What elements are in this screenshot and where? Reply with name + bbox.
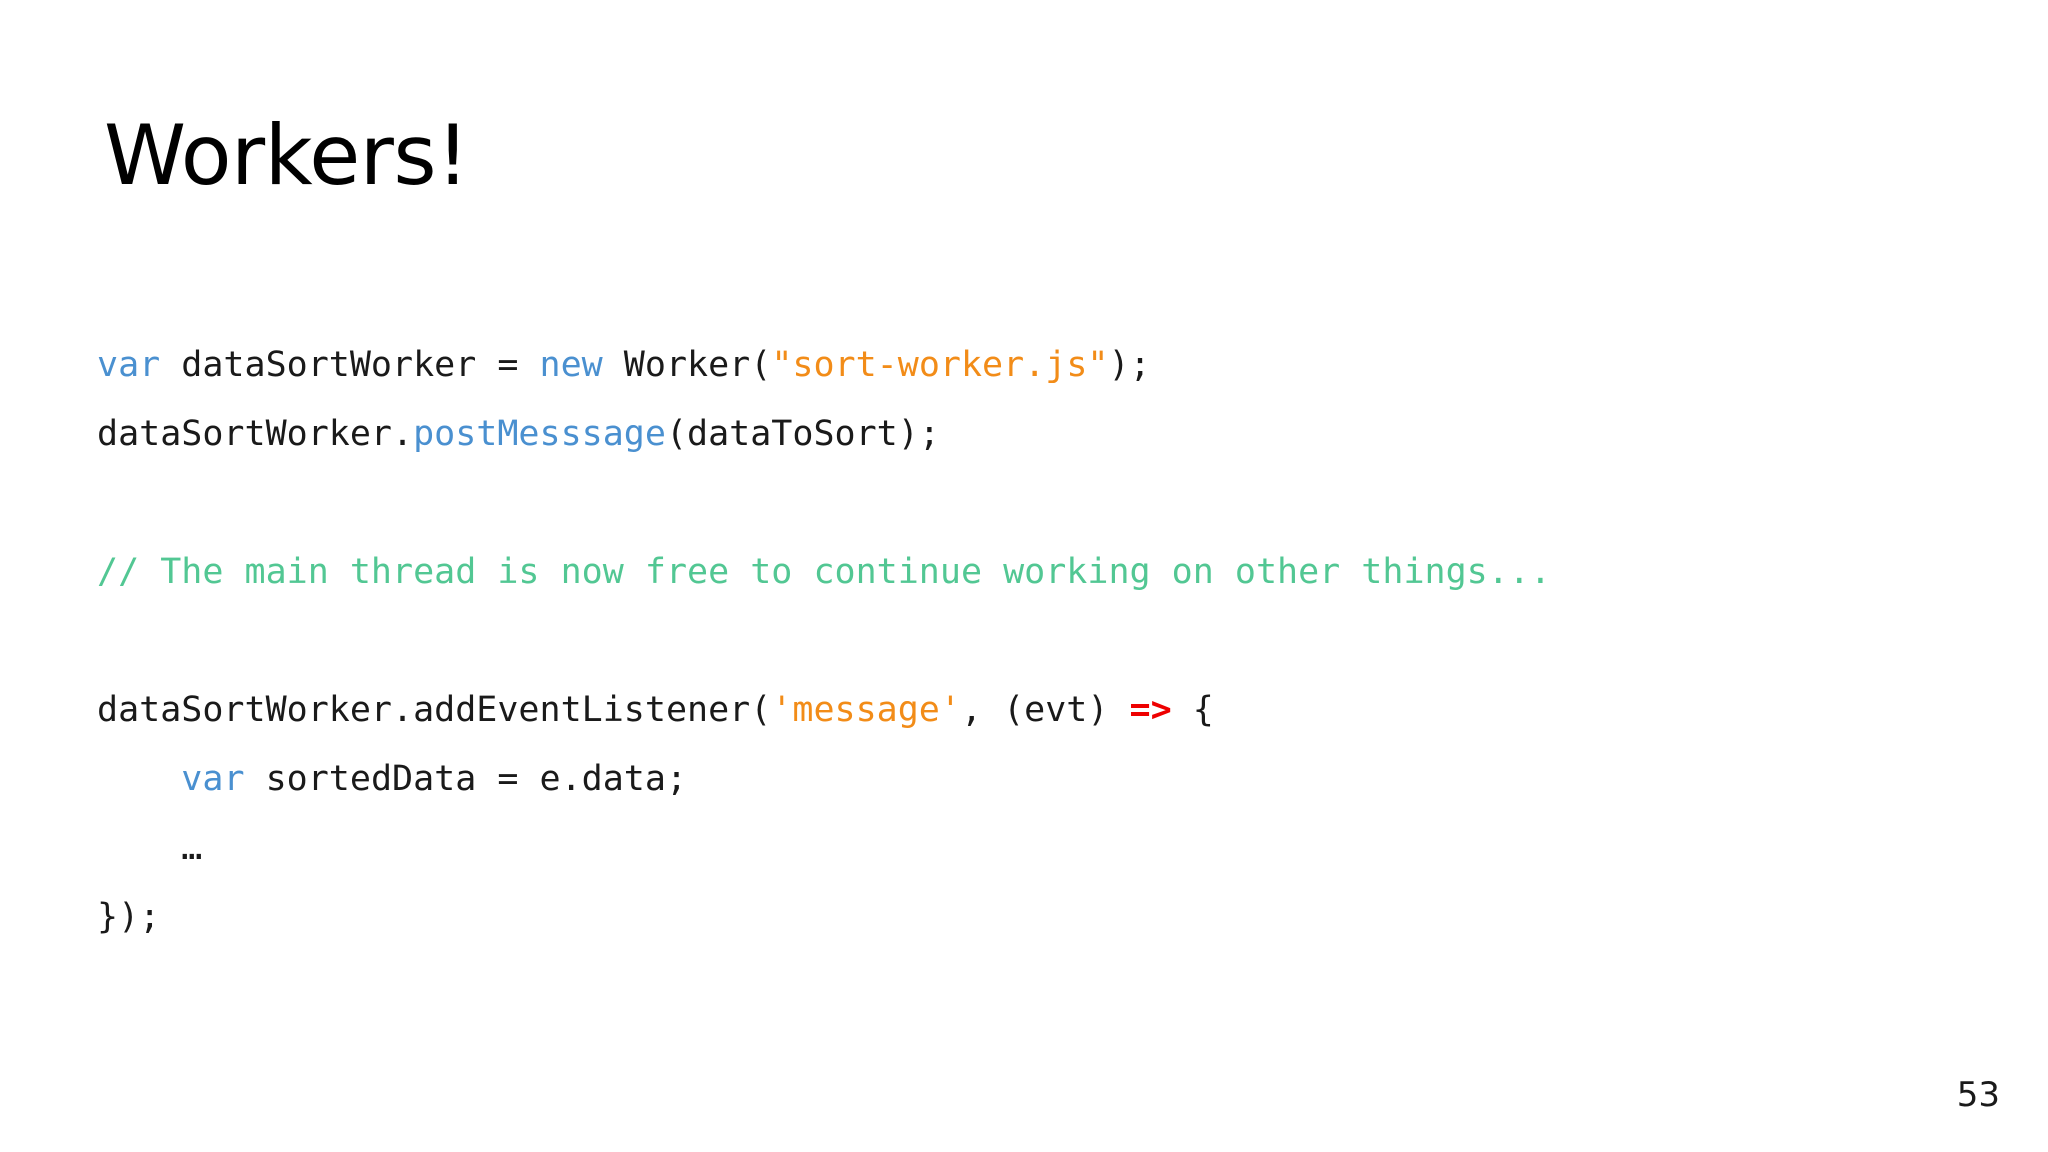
slide-root: Workers! var dataSortWorker = new Worker…: [0, 0, 2048, 1152]
code-line: // The main thread is now free to contin…: [97, 538, 1927, 607]
code-token-function: postMesssage: [413, 414, 666, 454]
code-token-string: 'message': [771, 690, 961, 730]
code-line: …: [97, 814, 1927, 883]
code-token-plain: {: [1171, 690, 1214, 730]
code-token-plain: );: [1108, 345, 1151, 385]
code-token-keyword: var: [181, 759, 245, 799]
page-number: 53: [1956, 1075, 2000, 1115]
code-token-plain: Worker(: [602, 345, 772, 385]
code-token-keyword: var: [97, 345, 161, 385]
code-token-plain: });: [97, 897, 161, 937]
code-line: var sortedData = e.data;: [97, 745, 1927, 814]
code-token-comment: // The main thread is now free to contin…: [97, 552, 1551, 592]
code-block: var dataSortWorker = new Worker("sort-wo…: [97, 331, 1927, 952]
code-token-keyword: new: [539, 345, 603, 385]
code-token-plain: dataSortWorker.: [97, 414, 414, 454]
code-line: var dataSortWorker = new Worker("sort-wo…: [97, 331, 1927, 400]
code-line: });: [97, 883, 1927, 952]
code-token-string: "sort-worker.js": [771, 345, 1109, 385]
code-token-plain: (dataToSort);: [665, 414, 940, 454]
code-token-plain: dataSortWorker.addEventListener(: [97, 690, 772, 730]
code-token-plain: …: [97, 828, 203, 868]
code-token-plain: dataSortWorker =: [160, 345, 540, 385]
code-line: dataSortWorker.postMesssage(dataToSort);: [97, 400, 1927, 469]
code-line: dataSortWorker.addEventListener('message…: [97, 676, 1927, 745]
code-token-plain: , (evt): [960, 690, 1130, 730]
code-token-arrow: =>: [1129, 690, 1172, 730]
page-title: Workers!: [104, 106, 469, 204]
code-token-plain: sortedData = e.data;: [244, 759, 688, 799]
